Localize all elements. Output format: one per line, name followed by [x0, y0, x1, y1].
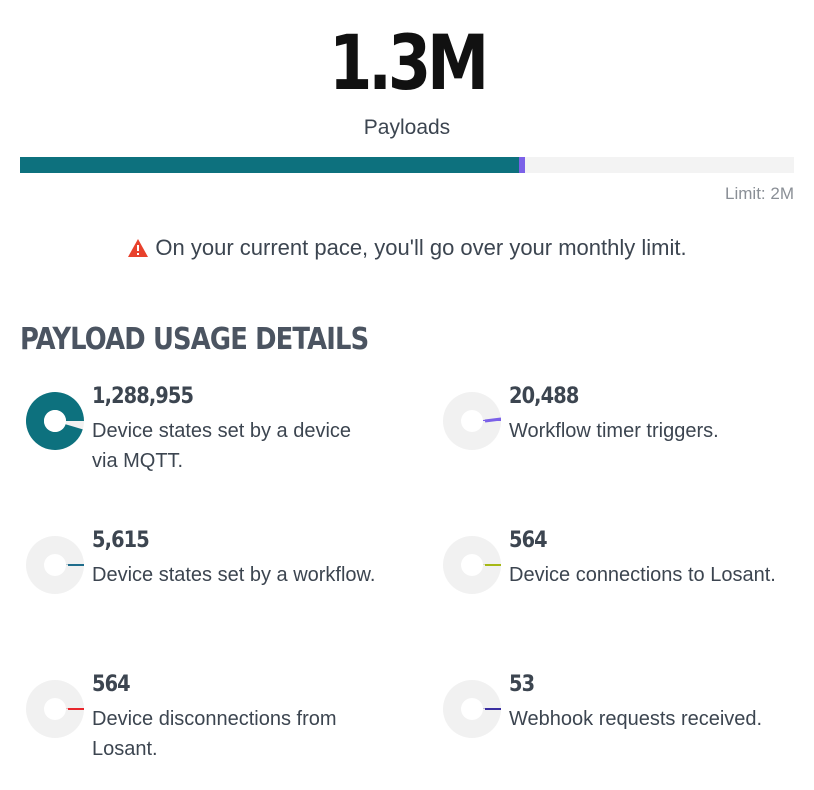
usage-progress-bar: [20, 157, 794, 173]
usage-detail-value: 564: [92, 672, 131, 697]
pie-hole: [44, 554, 66, 576]
usage-detail-description: Device states set by a device via MQTT.: [92, 420, 352, 472]
usage-detail-value: 564: [509, 528, 548, 553]
usage-detail-description: Workflow timer triggers.: [509, 420, 719, 442]
usage-detail-item: 1,288,955 Device states set by a device v…: [20, 384, 380, 502]
usage-projection-marker: [519, 157, 526, 173]
usage-detail-description: Webhook requests received.: [509, 708, 763, 730]
warning-triangle-icon: [128, 239, 149, 257]
pace-warning: On your current pace, you'll go over you…: [0, 235, 814, 261]
payload-total: 1.3M: [328, 18, 489, 107]
usage-detail-item: 5,615 Device states set by a workflow.: [20, 528, 380, 646]
usage-detail-description: Device disconnections from Losant.: [92, 708, 337, 760]
usage-detail-value: 53: [509, 672, 535, 697]
usage-detail-item: 53 Webhook requests received.: [437, 672, 797, 790]
pie-slice-line: [484, 417, 501, 423]
limit-label: Limit: 2M: [725, 184, 794, 203]
usage-detail-item: 564 Device connections to Losant.: [437, 528, 797, 646]
pie-hole: [461, 554, 483, 576]
usage-pie-chart: [443, 536, 501, 594]
usage-detail-description: Device states set by a workflow.: [92, 564, 376, 586]
pie-hole: [44, 698, 66, 720]
usage-pie-chart: [443, 680, 501, 738]
usage-pie-chart: [26, 536, 84, 594]
pace-warning-text: On your current pace, you'll go over you…: [155, 235, 687, 260]
usage-detail-value: 5,615: [92, 528, 150, 553]
usage-detail-value: 1,288,955: [92, 384, 194, 409]
usage-detail-item: 564 Device disconnections from Losant.: [20, 672, 380, 790]
usage-detail-description: Device connections to Losant.: [509, 564, 776, 586]
usage-progress-fill: [20, 157, 520, 173]
usage-pie-chart: [443, 392, 501, 450]
usage-detail-item: 20,488 Workflow timer triggers.: [437, 384, 797, 502]
section-title: PAYLOAD USAGE DETAILS: [20, 322, 369, 357]
usage-pie-chart: [26, 680, 84, 738]
pie-hole: [461, 698, 483, 720]
usage-detail-value: 20,488: [509, 384, 579, 409]
pie-hole: [461, 410, 483, 432]
payload-total-label: Payloads: [363, 116, 451, 139]
usage-pie-chart: [26, 392, 84, 450]
pie-hole: [44, 410, 66, 432]
